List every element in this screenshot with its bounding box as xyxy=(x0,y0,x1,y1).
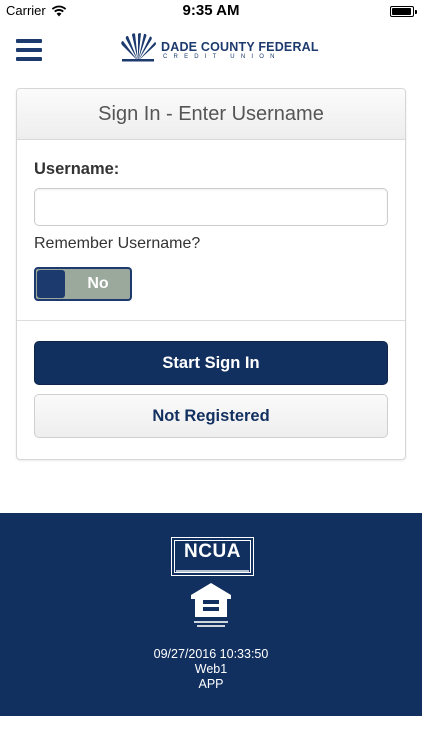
app-header: DADE COUNTY FEDERAL CREDIT UNION xyxy=(0,22,422,78)
credit-union-logo: DADE COUNTY FEDERAL CREDIT UNION xyxy=(117,33,319,67)
start-sign-in-button[interactable]: Start Sign In xyxy=(34,341,388,385)
toggle-state-label: No xyxy=(87,275,109,292)
logo-name: DADE COUNTY FEDERAL xyxy=(161,40,319,54)
ncua-badge: NCUA xyxy=(171,537,254,576)
sign-in-card: Sign In - Enter Username Username: Remem… xyxy=(16,88,406,460)
battery-icon xyxy=(390,6,417,17)
menu-bar-top xyxy=(16,39,42,43)
footer-channel: APP xyxy=(198,677,224,691)
toggle-knob xyxy=(37,270,65,298)
footer-timestamp: 09/27/2016 10:33:50 xyxy=(153,647,269,661)
username-label: Username: xyxy=(34,160,120,178)
remember-username-label: Remember Username? xyxy=(34,235,201,252)
logo-subtitle: CREDIT UNION xyxy=(163,54,281,60)
ncua-badge-text: NCUA xyxy=(184,541,241,562)
menu-bar-bottom xyxy=(16,57,42,61)
card-divider xyxy=(17,320,405,321)
hamburger-menu-icon[interactable] xyxy=(16,39,42,61)
clock: 9:35 AM xyxy=(182,2,240,19)
username-input[interactable] xyxy=(34,188,388,226)
footer-server: Web1 xyxy=(194,662,228,676)
remember-username-toggle[interactable]: No xyxy=(34,267,132,301)
card-title: Sign In - Enter Username xyxy=(17,89,405,140)
not-registered-button[interactable]: Not Registered xyxy=(34,394,388,438)
equal-housing-opportunity-icon xyxy=(191,583,231,627)
logo-shell-icon xyxy=(121,33,156,62)
ncua-fine-print xyxy=(176,570,249,572)
menu-bar-middle xyxy=(16,48,42,52)
footer: NCUA 09/27/2016 10:33:50 Web1 APP xyxy=(0,513,422,716)
status-bar: Carrier 9:35 AM xyxy=(0,0,422,22)
